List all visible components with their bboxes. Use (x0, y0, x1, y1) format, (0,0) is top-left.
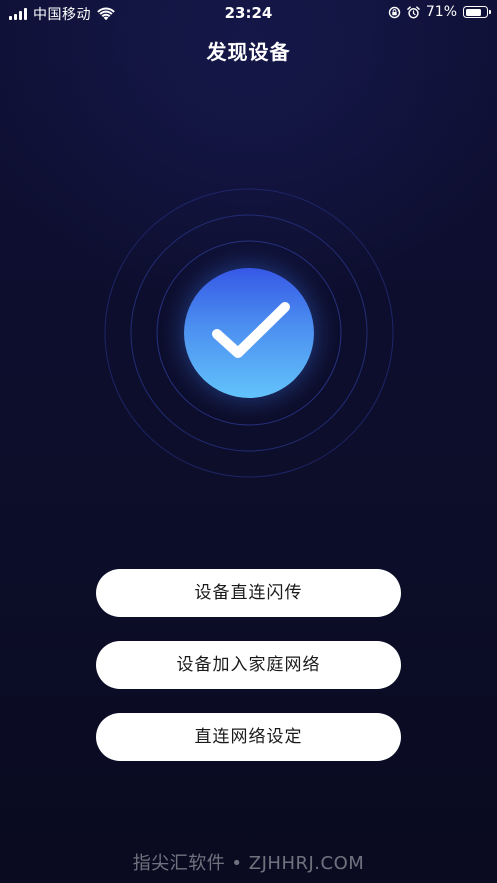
direct-flash-button[interactable]: 设备直连闪传 (96, 569, 401, 617)
join-home-network-button[interactable]: 设备加入家庭网络 (96, 641, 401, 689)
alarm-icon (407, 5, 420, 18)
battery-icon (463, 6, 491, 18)
checkmark-icon (212, 302, 290, 358)
status-bar: 中国移动 23:24 71% (0, 0, 497, 26)
success-badge (184, 268, 314, 398)
direct-network-settings-button[interactable]: 直连网络设定 (96, 713, 401, 761)
watermark: 指尖汇软件 • ZJHHRJ.COM (132, 853, 365, 874)
rotation-lock-icon (388, 6, 401, 18)
page-title: 发现设备 (206, 40, 291, 64)
status-bar-right: 71% (388, 4, 491, 20)
battery-percent: 71% (425, 4, 457, 20)
